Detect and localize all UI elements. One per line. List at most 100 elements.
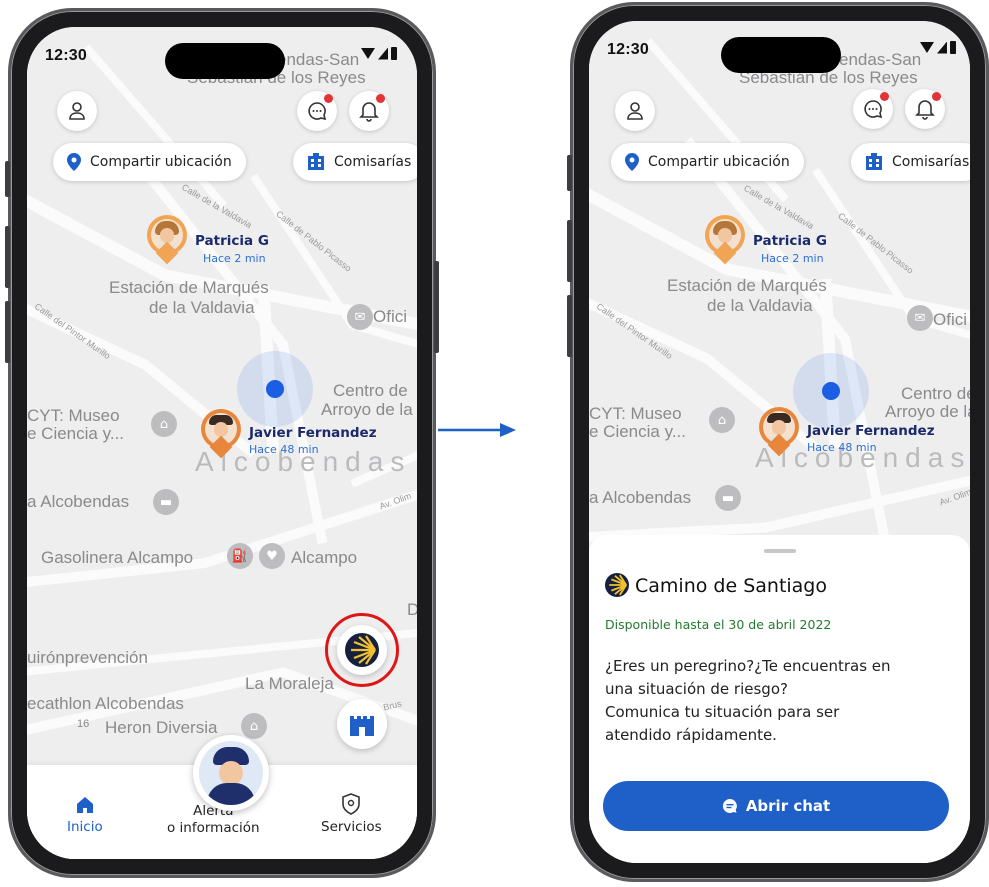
alert-button[interactable] xyxy=(193,735,269,811)
profile-button[interactable] xyxy=(57,91,97,131)
bell-icon xyxy=(359,102,379,122)
my-location-dot xyxy=(822,382,840,400)
my-location-dot xyxy=(266,380,284,398)
map-label: de la Valdavia xyxy=(707,296,813,315)
side-button xyxy=(567,220,572,282)
wifi-icon xyxy=(920,42,934,53)
museum-poi-icon: ⌂ xyxy=(151,411,177,437)
wifi-icon xyxy=(361,48,375,59)
castle-icon xyxy=(350,716,374,736)
user-outline-icon xyxy=(627,102,643,120)
contact-time: Hace 2 min xyxy=(761,252,824,265)
chip-label: Compartir ubicación xyxy=(90,154,232,170)
map-label: Alcampo xyxy=(291,548,358,567)
contact-marker[interactable] xyxy=(147,215,187,265)
user-outline-icon xyxy=(69,102,85,120)
location-pin-icon xyxy=(625,153,639,171)
map-label: de la Valdavia xyxy=(149,298,255,317)
nav-alert[interactable]: Alerta o información xyxy=(167,803,260,837)
description-line: Comunica tu situación para ser xyxy=(605,702,840,721)
camino-bottom-sheet: Camino de Santiago Disponible hasta el 3… xyxy=(589,535,970,863)
home-screen: endas-San Sebastián de los Reyes Calle d… xyxy=(27,27,417,859)
hotel-poi-icon: ▬ xyxy=(153,489,179,515)
contact-marker[interactable] xyxy=(201,409,241,459)
map-label: Centro de xyxy=(901,384,970,403)
contact-marker[interactable] xyxy=(759,407,799,457)
phone-frame-detail: endas-San Sebastián de los Reyes Calle d… xyxy=(567,2,989,882)
police-officer-icon xyxy=(199,741,263,805)
contact-time: Hace 2 min xyxy=(203,252,266,265)
share-location-chip[interactable]: Compartir ubicación xyxy=(53,143,246,181)
description-line: atendido rápidamente. xyxy=(605,725,777,744)
police-stations-chip[interactable]: Comisarías xyxy=(851,143,970,181)
profile-button[interactable] xyxy=(615,91,655,131)
map-label: uirónprevención xyxy=(27,648,148,667)
battery-icon xyxy=(950,41,956,54)
notifications-button[interactable] xyxy=(349,91,389,131)
message-icon xyxy=(722,798,737,813)
map-label: endas-San xyxy=(277,50,360,69)
shop-poi-icon: ♥ xyxy=(259,543,285,569)
map-label: Ofici xyxy=(373,307,407,326)
status-icons xyxy=(361,47,397,60)
map-label: CYT: Museo xyxy=(27,406,120,425)
side-button xyxy=(5,226,10,288)
contact-time: Hace 48 min xyxy=(249,443,319,456)
map-label: ecathlon Alcobendas xyxy=(27,694,184,713)
arrow-right-icon xyxy=(438,423,516,437)
nav-label: Servicios xyxy=(321,819,382,835)
map-label: Estación de Marqués xyxy=(667,276,827,295)
nav-label: Inicio xyxy=(67,819,103,835)
status-icons xyxy=(920,41,956,54)
battery-icon xyxy=(391,47,397,60)
chat-button[interactable] xyxy=(297,91,337,131)
mail-poi-icon: ✉ xyxy=(907,305,933,331)
map-label: DIG xyxy=(407,600,417,619)
share-location-chip[interactable]: Compartir ubicación xyxy=(611,143,804,181)
description-line: ¿Eres un peregrino?¿Te encuentras en xyxy=(605,657,891,675)
home-icon xyxy=(76,797,93,813)
chip-label: Comisarías xyxy=(334,154,412,170)
bell-icon xyxy=(915,100,935,120)
chat-button[interactable] xyxy=(853,89,893,129)
map-label: e Ciencia y... xyxy=(27,424,125,443)
building-icon xyxy=(865,153,883,171)
signal-icon xyxy=(378,47,388,60)
castle-button[interactable] xyxy=(337,699,387,749)
hotel-poi-icon: ▬ xyxy=(715,485,741,511)
contact-marker[interactable] xyxy=(705,215,745,265)
status-time: 12:30 xyxy=(45,47,87,64)
unread-badge xyxy=(376,94,385,103)
side-button xyxy=(5,161,10,197)
description-line: una situación de riesgo? xyxy=(605,679,788,698)
nav-label: o información xyxy=(167,819,260,836)
nav-home[interactable]: Inicio xyxy=(67,795,103,836)
map-label: a Alcobendas xyxy=(27,492,130,511)
chat-bubble-icon xyxy=(308,102,327,121)
contact-name: Javier Fernandez xyxy=(249,425,377,441)
unread-badge xyxy=(932,92,941,101)
detail-screen: endas-San Sebastián de los Reyes Calle d… xyxy=(589,21,970,863)
contact-time: Hace 48 min xyxy=(807,441,877,454)
notifications-button[interactable] xyxy=(905,89,945,129)
open-chat-button[interactable]: Abrir chat xyxy=(603,781,949,831)
unread-badge xyxy=(880,92,889,101)
phone-frame-home: endas-San Sebastián de los Reyes Calle d… xyxy=(5,8,439,878)
map-label: Gasolinera Alcampo xyxy=(41,548,194,567)
dynamic-island xyxy=(165,43,285,79)
sheet-handle[interactable] xyxy=(763,549,796,553)
signal-icon xyxy=(937,41,947,54)
map-label: a Alcobendas xyxy=(589,488,692,507)
chip-label: Comisarías xyxy=(892,154,970,170)
open-chat-label: Abrir chat xyxy=(745,797,831,815)
map-label: e Ciencia y... xyxy=(589,422,687,441)
map-label: 16 xyxy=(77,718,90,730)
nav-services[interactable]: Servicios xyxy=(321,793,382,836)
building-icon xyxy=(307,153,325,171)
police-stations-chip[interactable]: Comisarías xyxy=(293,143,417,181)
map-label: Ofici xyxy=(933,310,967,329)
map-label: Estación de Marqués xyxy=(109,278,269,297)
contact-name: Javier Fernandez xyxy=(807,423,935,439)
map-label: endas-San xyxy=(839,50,922,69)
map-label: Arroyo de la xyxy=(885,402,970,421)
